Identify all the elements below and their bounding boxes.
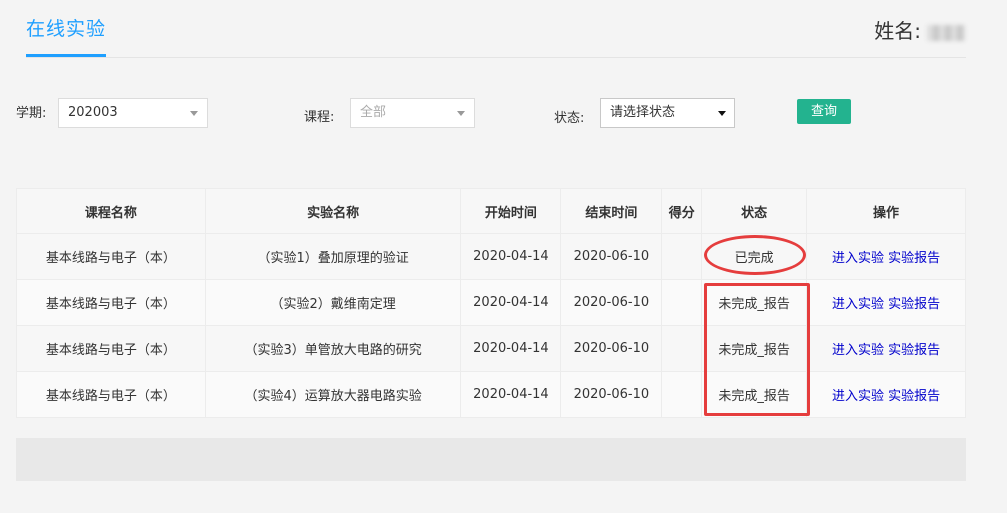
chevron-down-icon xyxy=(190,111,198,116)
table-row: 基本线路与电子（本） （实验2）戴维南定理 2020-04-14 2020-06… xyxy=(16,279,966,326)
header-divider xyxy=(26,57,966,58)
course-label: 课程: xyxy=(304,110,335,125)
tab-online-experiment[interactable]: 在线实验 xyxy=(26,14,107,57)
pagination-bar xyxy=(16,438,966,481)
highlight-circle-annotation xyxy=(704,235,806,275)
course-cell: 基本线路与电子（本） xyxy=(16,325,206,372)
status-select-value: 请选择状态 xyxy=(610,105,676,120)
start-time-cell: 2020-04-14 xyxy=(460,371,562,418)
status-select[interactable]: 请选择状态 xyxy=(600,98,735,128)
experiment-cell: （实验1）叠加原理的验证 xyxy=(204,233,462,280)
enter-experiment-link[interactable]: 进入实验 xyxy=(832,251,884,266)
chevron-down-icon xyxy=(718,111,726,116)
experiment-report-link[interactable]: 实验报告 xyxy=(888,297,940,312)
table-row: 基本线路与电子（本） （实验3）单管放大电路的研究 2020-04-14 202… xyxy=(16,325,966,372)
column-header: 操作 xyxy=(806,188,966,234)
experiment-table: 课程名称 实验名称 开始时间 结束时间 得分 状态 操作 基本线路与电子（本） … xyxy=(16,188,966,418)
experiment-report-link[interactable]: 实验报告 xyxy=(888,343,940,358)
course-cell: 基本线路与电子（本） xyxy=(16,371,206,418)
score-cell xyxy=(661,325,703,372)
score-cell xyxy=(661,233,703,280)
column-header: 课程名称 xyxy=(16,188,206,234)
action-cell: 进入实验 实验报告 xyxy=(806,371,966,418)
score-cell xyxy=(661,371,703,418)
column-header: 得分 xyxy=(661,188,703,234)
column-header: 实验名称 xyxy=(204,188,462,234)
user-name-blurred xyxy=(927,24,965,41)
enter-experiment-link[interactable]: 进入实验 xyxy=(832,389,884,404)
column-header: 结束时间 xyxy=(560,188,663,234)
enter-experiment-link[interactable]: 进入实验 xyxy=(832,297,884,312)
end-time-cell: 2020-06-10 xyxy=(560,371,663,418)
end-time-cell: 2020-06-10 xyxy=(560,325,663,372)
query-button[interactable]: 查询 xyxy=(797,99,851,124)
status-label: 状态: xyxy=(554,111,585,126)
user-name-label: 姓名: xyxy=(874,19,921,43)
experiment-cell: （实验2）戴维南定理 xyxy=(204,279,462,326)
user-info: 姓名: xyxy=(874,15,965,44)
term-select-value: 202003 xyxy=(68,105,118,120)
experiment-report-link[interactable]: 实验报告 xyxy=(888,389,940,404)
table-row: 基本线路与电子（本） （实验1）叠加原理的验证 2020-04-14 2020-… xyxy=(16,233,966,280)
action-cell: 进入实验 实验报告 xyxy=(806,233,966,280)
experiment-cell: （实验4）运算放大器电路实验 xyxy=(204,371,462,418)
experiment-report-link[interactable]: 实验报告 xyxy=(888,251,940,266)
course-cell: 基本线路与电子（本） xyxy=(16,233,206,280)
enter-experiment-link[interactable]: 进入实验 xyxy=(832,343,884,358)
end-time-cell: 2020-06-10 xyxy=(560,279,663,326)
start-time-cell: 2020-04-14 xyxy=(460,233,562,280)
course-select[interactable]: 全部 xyxy=(350,98,475,128)
start-time-cell: 2020-04-14 xyxy=(460,325,562,372)
course-cell: 基本线路与电子（本） xyxy=(16,279,206,326)
end-time-cell: 2020-06-10 xyxy=(560,233,663,280)
experiment-cell: （实验3）单管放大电路的研究 xyxy=(204,325,462,372)
highlight-rect-annotation xyxy=(704,283,810,416)
term-label: 学期: xyxy=(16,106,47,121)
column-header: 状态 xyxy=(701,188,808,234)
term-select[interactable]: 202003 xyxy=(58,98,208,128)
chevron-down-icon xyxy=(457,111,465,116)
action-cell: 进入实验 实验报告 xyxy=(806,279,966,326)
score-cell xyxy=(661,279,703,326)
table-row: 基本线路与电子（本） （实验4）运算放大器电路实验 2020-04-14 202… xyxy=(16,371,966,418)
action-cell: 进入实验 实验报告 xyxy=(806,325,966,372)
course-select-value: 全部 xyxy=(360,105,387,120)
table-header-row: 课程名称 实验名称 开始时间 结束时间 得分 状态 操作 xyxy=(16,188,966,234)
start-time-cell: 2020-04-14 xyxy=(460,279,562,326)
column-header: 开始时间 xyxy=(460,188,562,234)
